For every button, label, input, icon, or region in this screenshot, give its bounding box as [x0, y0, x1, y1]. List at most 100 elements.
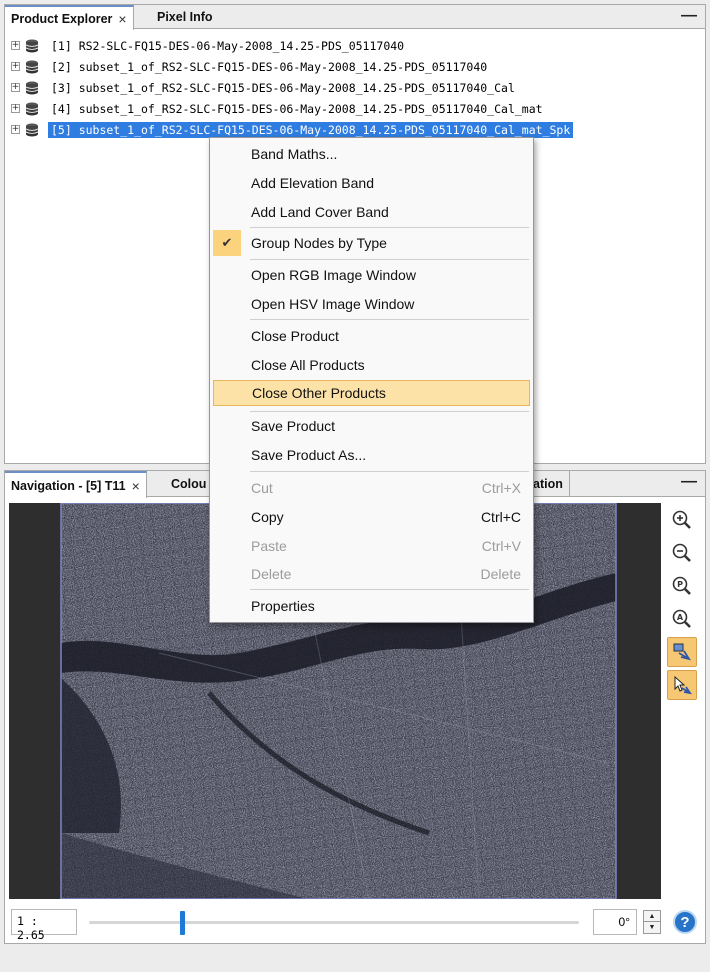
tab-product-explorer-label: Product Explorer: [11, 11, 113, 26]
menu-item-close-product[interactable]: Close Product: [213, 323, 530, 349]
tab-pixel-info[interactable]: Pixel Info: [151, 5, 219, 29]
menu-item-shortcut: Ctrl+X: [481, 480, 521, 496]
spinner-up-icon[interactable]: ▲: [644, 911, 660, 922]
minimize-button[interactable]: —: [681, 473, 697, 491]
menu-separator: [250, 319, 529, 320]
menu-item-add-land-cover-band[interactable]: Add Land Cover Band: [213, 199, 530, 225]
close-icon[interactable]: ×: [118, 11, 126, 27]
tab-navigation[interactable]: Navigation - [5] T11 ×: [5, 471, 147, 498]
zoom-pixel-icon: P: [672, 576, 691, 595]
menu-item-delete[interactable]: Delete Delete: [213, 561, 530, 587]
check-icon: ✔: [213, 230, 241, 256]
zoom-slider[interactable]: [89, 911, 579, 935]
menu-item-label: Band Maths...: [251, 146, 338, 162]
menu-item-shortcut: Ctrl+V: [481, 538, 521, 554]
menu-item-label: Close Product: [251, 328, 339, 344]
menu-separator: [250, 589, 529, 590]
zoom-pixel-button[interactable]: P: [667, 571, 697, 601]
navigation-zoom-bar: 1 : 2.65 0° ▲ ▼ ?: [9, 905, 701, 942]
tree-row-product-2[interactable]: + [2] subset_1_of_RS2-SLC-FQ15-DES-06-Ma…: [11, 56, 705, 77]
product-database-icon: [25, 39, 39, 52]
menu-item-shortcut: Delete: [480, 566, 521, 582]
zoom-factor-field[interactable]: 1 : 2.65: [11, 909, 77, 942]
menu-item-properties[interactable]: Properties: [213, 593, 530, 619]
menu-item-open-hsv-image-window[interactable]: Open HSV Image Window: [213, 291, 530, 317]
product-explorer-tabbar: Product Explorer × Pixel Info —: [5, 5, 705, 30]
tab-product-explorer[interactable]: Product Explorer ×: [5, 5, 134, 30]
product-label: [4] subset_1_of_RS2-SLC-FQ15-DES-06-May-…: [51, 101, 543, 116]
tab-pixel-info-label: Pixel Info: [157, 10, 213, 24]
menu-item-copy[interactable]: Copy Ctrl+C: [213, 504, 530, 530]
zoom-in-icon: [672, 510, 691, 529]
menu-item-label: Add Elevation Band: [251, 175, 374, 191]
product-tree: + [1] RS2-SLC-FQ15-DES-06-May-2008_14.25…: [11, 35, 705, 140]
tree-row-product-1[interactable]: + [1] RS2-SLC-FQ15-DES-06-May-2008_14.25…: [11, 35, 705, 56]
menu-item-open-rgb-image-window[interactable]: Open RGB Image Window: [213, 262, 530, 288]
menu-item-close-other-products[interactable]: Close Other Products: [213, 380, 530, 406]
product-database-icon: [25, 81, 39, 94]
product-database-icon: [25, 102, 39, 115]
expand-icon[interactable]: +: [11, 83, 20, 92]
menu-item-shortcut: Ctrl+C: [480, 509, 521, 525]
menu-separator: [250, 227, 529, 228]
menu-item-label: Group Nodes by Type: [251, 235, 387, 251]
zoom-out-button[interactable]: [667, 538, 697, 568]
menu-item-group-nodes-by-type[interactable]: ✔ Group Nodes by Type: [213, 230, 530, 256]
menu-item-label: Add Land Cover Band: [251, 204, 389, 220]
menu-separator: [250, 259, 529, 260]
product-label: [3] subset_1_of_RS2-SLC-FQ15-DES-06-May-…: [51, 80, 515, 95]
product-database-icon: [25, 123, 39, 136]
menu-separator: [250, 411, 529, 412]
menu-item-label: Open RGB Image Window: [251, 267, 416, 283]
menu-item-label: Save Product: [251, 418, 336, 434]
expand-icon[interactable]: +: [11, 41, 20, 50]
menu-item-label: Save Product As...: [251, 447, 367, 463]
product-label: [1] RS2-SLC-FQ15-DES-06-May-2008_14.25-P…: [51, 38, 405, 53]
product-label-selected: [5] subset_1_of_RS2-SLC-FQ15-DES-06-May-…: [48, 121, 574, 138]
menu-item-band-maths[interactable]: Band Maths...: [213, 141, 530, 167]
close-icon[interactable]: ×: [132, 478, 140, 494]
zoom-in-button[interactable]: [667, 505, 697, 535]
tab-navigation-label: Navigation - [5] T11: [11, 478, 126, 493]
product-context-menu: Band Maths... Add Elevation Band Add Lan…: [209, 137, 534, 623]
minimize-button[interactable]: —: [681, 7, 697, 25]
rotation-angle-field[interactable]: 0°: [593, 909, 637, 935]
menu-item-save-product-as[interactable]: Save Product As...: [213, 442, 530, 468]
menu-item-label: Delete: [251, 566, 292, 582]
expand-icon[interactable]: +: [11, 62, 20, 71]
spinner-down-icon[interactable]: ▼: [644, 922, 660, 933]
zoom-out-icon: [672, 543, 691, 562]
tree-row-product-3[interactable]: + [3] subset_1_of_RS2-SLC-FQ15-DES-06-Ma…: [11, 77, 705, 98]
expand-icon[interactable]: +: [11, 125, 20, 134]
angle-spinner[interactable]: ▲ ▼: [643, 910, 661, 934]
menu-item-save-product[interactable]: Save Product: [213, 413, 530, 439]
zoom-slider-thumb[interactable]: [180, 911, 185, 935]
menu-item-label: Copy: [251, 509, 284, 525]
help-button[interactable]: ?: [673, 910, 697, 934]
navigation-toolstrip: P A: [667, 505, 701, 703]
tree-row-product-4[interactable]: + [4] subset_1_of_RS2-SLC-FQ15-DES-06-Ma…: [11, 98, 705, 119]
tab-colour[interactable]: Colou: [165, 471, 212, 497]
menu-item-close-all-products[interactable]: Close All Products: [213, 352, 530, 378]
zoom-all-button[interactable]: A: [667, 604, 697, 634]
menu-item-label: Close All Products: [251, 357, 365, 373]
svg-text:P: P: [677, 580, 683, 589]
menu-item-label: Cut: [251, 480, 273, 496]
sync-views-icon: [673, 643, 691, 661]
menu-item-cut[interactable]: Cut Ctrl+X: [213, 475, 530, 501]
tab-colour-label: Colou: [171, 477, 207, 491]
product-database-icon: [25, 60, 39, 73]
menu-item-add-elevation-band[interactable]: Add Elevation Band: [213, 170, 530, 196]
sync-cursor-button[interactable]: [667, 670, 697, 700]
svg-text:A: A: [677, 613, 684, 622]
menu-separator: [250, 471, 529, 472]
sync-views-button[interactable]: [667, 637, 697, 667]
menu-item-label: Paste: [251, 538, 287, 554]
product-label: [2] subset_1_of_RS2-SLC-FQ15-DES-06-May-…: [51, 59, 488, 74]
menu-item-label: Close Other Products: [252, 385, 386, 401]
sync-cursor-icon: [674, 675, 692, 695]
expand-icon[interactable]: +: [11, 104, 20, 113]
tab-information-label: ation: [533, 477, 563, 491]
menu-item-paste[interactable]: Paste Ctrl+V: [213, 533, 530, 559]
menu-item-label: Open HSV Image Window: [251, 296, 415, 312]
